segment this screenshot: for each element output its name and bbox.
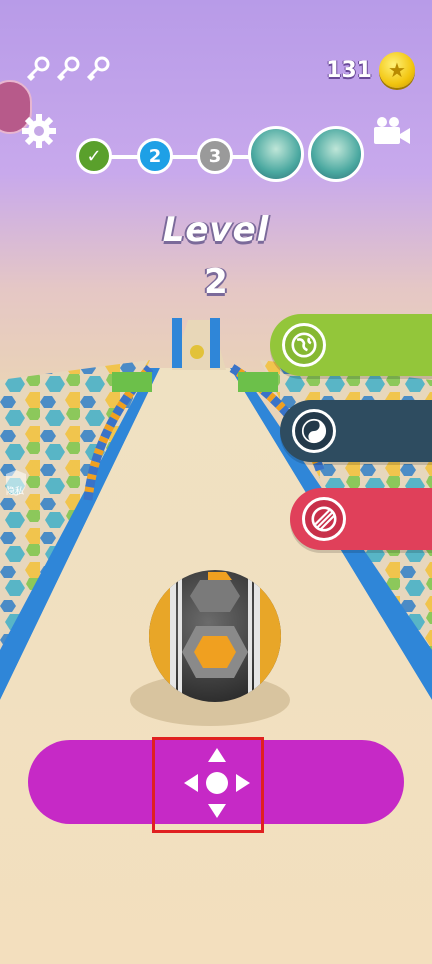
stage-next: 3	[197, 138, 233, 174]
stage-current: 2	[137, 138, 173, 174]
key-icon	[56, 56, 80, 82]
bonus-stage-icon	[248, 126, 304, 182]
level-title: Level	[162, 210, 270, 250]
star-coin-icon: ★	[379, 52, 415, 88]
coin-count: 131	[326, 58, 372, 83]
level-progress: ✓ 2 3	[76, 124, 376, 194]
striped-ball-icon	[302, 497, 346, 541]
skin-button-yin-yang[interactable]	[280, 400, 432, 462]
yin-yang-icon	[292, 409, 336, 453]
keys-counter	[24, 56, 110, 82]
skin-button-globe[interactable]	[270, 314, 432, 376]
video-camera-icon[interactable]	[372, 116, 412, 146]
skin-button-striped-ball[interactable]	[290, 488, 432, 550]
globe-icon	[282, 323, 326, 367]
key-icon	[86, 56, 110, 82]
level-number: 2	[204, 262, 228, 302]
bonus-stage-icon	[308, 126, 364, 182]
key-icon	[26, 56, 50, 82]
player-ball	[149, 570, 281, 702]
move-control-highlight	[152, 737, 264, 833]
gear-icon[interactable]	[20, 112, 58, 150]
stage-completed: ✓	[76, 138, 112, 174]
privacy-label[interactable]: 隐私	[6, 484, 24, 497]
